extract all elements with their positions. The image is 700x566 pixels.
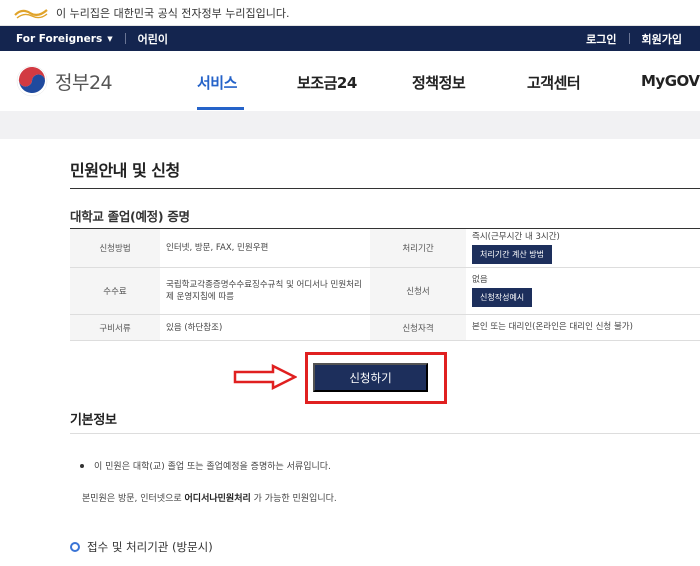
for-foreigners-dropdown[interactable]: For Foreigners ▼: [16, 33, 113, 45]
active-nav-underline: [197, 107, 244, 110]
caret-down-icon: ▼: [107, 34, 113, 43]
processing-time-calc-button[interactable]: 처리기간 계산 방법: [472, 245, 552, 264]
apply-area: 신청하기: [70, 348, 700, 406]
utility-right: 로그인 회원가입: [586, 31, 682, 47]
nav-customer-center[interactable]: 고객센터: [527, 72, 581, 93]
gray-band: [0, 111, 700, 139]
table-cell: 없음 신청작성예시: [466, 268, 700, 314]
table-cell: 있음 (하단참조): [166, 322, 223, 333]
table-cell: 국립학교각종증명수수료징수규칙 및 어디서나 민원처리제 운영지침에 따름: [166, 280, 362, 302]
utility-bar: For Foreigners ▼ 어린이 로그인 회원가입: [0, 26, 700, 51]
table-row: 구비서류 있음 (하단참조) 신청자격 본인 또는 대리인(온라인은 대리인 신…: [70, 315, 700, 341]
table-cell: 즉시(근무시간 내 3시간) 처리기간 계산 방법: [466, 229, 700, 267]
kids-link[interactable]: 어린이: [138, 31, 168, 47]
red-arrow-icon: [233, 364, 297, 390]
application-form-value: 없음: [472, 275, 488, 285]
table-header-cell: 수수료: [70, 268, 160, 314]
section-divider: [70, 433, 700, 434]
table-row: 신청방법 인터넷, 방문, FAX, 민원우편 처리기간 즉시(근무시간 내 3…: [70, 229, 700, 268]
service-info-table: 신청방법 인터넷, 방문, FAX, 민원우편 처리기간 즉시(근무시간 내 3…: [70, 228, 700, 341]
form-example-button[interactable]: 신청작성예시: [472, 288, 533, 307]
for-foreigners-label: For Foreigners: [16, 32, 103, 45]
login-link[interactable]: 로그인: [586, 31, 616, 47]
processing-time-value: 즉시(근무시간 내 3시간): [472, 232, 560, 242]
para-prefix: 본민원은 방문, 인터넷으로: [82, 494, 185, 504]
nav-subsidy24[interactable]: 보조금24: [297, 72, 357, 93]
egov-logo-icon: [14, 8, 48, 19]
bullet-icon: [80, 463, 84, 468]
table-cell: 인터넷, 방문, FAX, 민원우편: [166, 243, 269, 253]
divider: [628, 33, 630, 44]
reception-title-text: 접수 및 처리기관 (방문시): [87, 540, 213, 554]
bullet-text: 이 민원은 대학(교) 졸업 또는 졸업예정을 증명하는 서류입니다.: [94, 462, 331, 472]
nav-policy-info[interactable]: 정책정보: [412, 72, 466, 93]
basic-info-title: 기본정보: [70, 413, 117, 428]
global-nav: 서비스 보조금24 정책정보 고객센터 MyGOV: [0, 51, 700, 111]
table-header-cell: 신청방법: [70, 229, 160, 267]
main-header: 정부24 서비스 보조금24 정책정보 고객센터 MyGOV: [0, 51, 700, 111]
table-cell: 본인 또는 대리인(온라인은 대리인 신청 불가): [472, 322, 633, 332]
service-title: 대학교 졸업(예정) 증명: [70, 209, 190, 224]
para-bold: 어디서나민원처리: [184, 494, 251, 504]
apply-button[interactable]: 신청하기: [313, 363, 428, 392]
para-suffix: 가 가능한 민원입니다.: [250, 494, 337, 504]
nav-mygov[interactable]: MyGOV: [641, 72, 700, 90]
table-header-cell: 처리기간: [370, 229, 466, 267]
description-paragraph: 본민원은 방문, 인터넷으로 어디서나민원처리 가 가능한 민원입니다.: [82, 491, 337, 504]
ring-bullet-icon: [70, 542, 80, 552]
table-header-cell: 신청서: [370, 268, 466, 314]
nav-service[interactable]: 서비스: [197, 72, 237, 93]
reception-section-title: 접수 및 처리기관 (방문시): [70, 539, 213, 555]
table-header-cell: 구비서류: [70, 315, 160, 340]
table-row: 수수료 국립학교각종증명수수료징수규칙 및 어디서나 민원처리제 운영지침에 따…: [70, 268, 700, 315]
title-divider: [70, 188, 700, 189]
page-title: 민원안내 및 신청: [70, 161, 180, 180]
signup-link[interactable]: 회원가입: [642, 31, 682, 47]
list-item: 이 민원은 대학(교) 졸업 또는 졸업예정을 증명하는 서류입니다.: [80, 459, 331, 472]
table-header-cell: 신청자격: [370, 315, 466, 340]
divider: [124, 33, 126, 44]
gov-banner-text: 이 누리집은 대한민국 공식 전자정부 누리집입니다.: [56, 6, 290, 20]
gov-banner: 이 누리집은 대한민국 공식 전자정부 누리집입니다.: [0, 0, 700, 26]
